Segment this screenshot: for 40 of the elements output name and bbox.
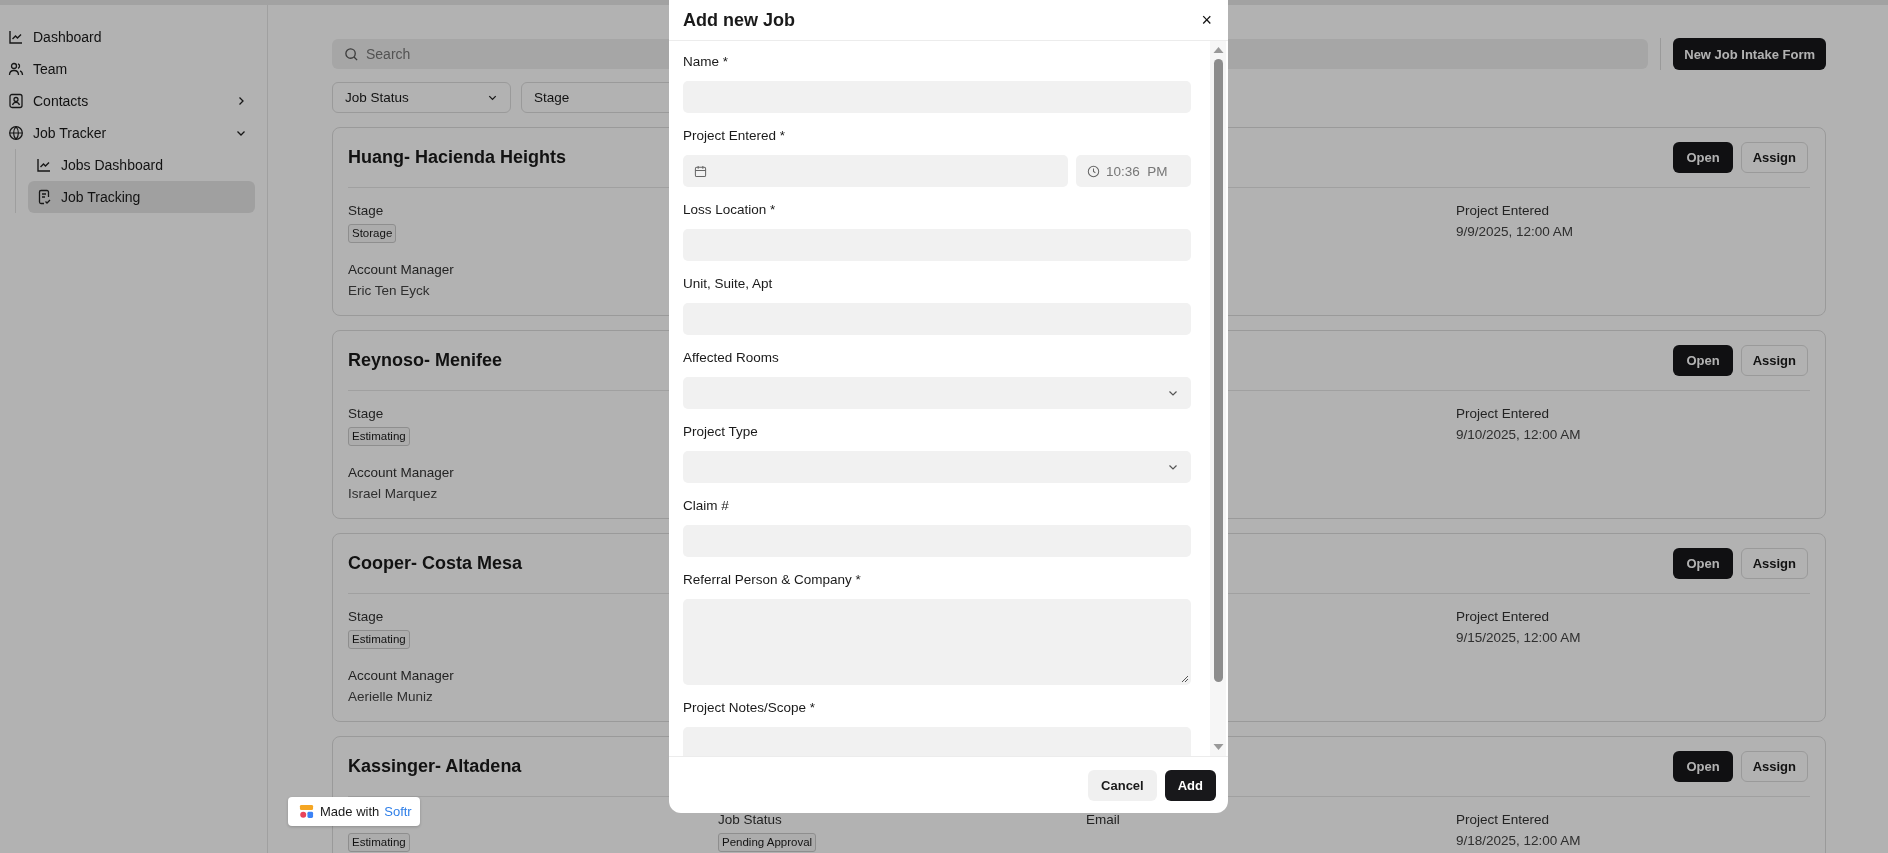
field-label: Account Manager [348, 261, 454, 279]
field-label: Project Entered [1456, 811, 1550, 829]
job-title: Huang- Hacienda Heights [348, 147, 567, 168]
field-label: Email [1086, 811, 1120, 829]
status-tag: Pending Approval [718, 833, 817, 852]
field-label: Unit, Suite, Apt [683, 275, 774, 293]
field-value: Israel Marquez [348, 485, 438, 503]
brand-name: Softr [384, 804, 412, 819]
field-label: Claim # [683, 497, 730, 515]
field-value: 9/18/2025, 12:00 AM [1456, 832, 1581, 850]
job-title: Reynoso- Menifee [348, 350, 503, 371]
field-label: Project Entered * [683, 127, 787, 145]
field-label: Name * [683, 53, 729, 71]
field-label: Project Entered [1456, 608, 1550, 626]
field-label: Project Type [683, 423, 759, 441]
status-tag: Estimating [348, 630, 410, 649]
badge-text: Made with [320, 804, 380, 819]
job-title: Kassinger- Altadena [348, 756, 522, 777]
field-label: Job Status [718, 811, 782, 829]
field-value: 9/15/2025, 12:00 AM [1456, 629, 1581, 647]
field-label: Stage [348, 608, 384, 626]
field-label: Stage [348, 202, 384, 220]
status-tag: Estimating [348, 833, 410, 852]
status-tag: Storage [348, 224, 397, 243]
field-label: Project Notes/Scope * [683, 699, 817, 717]
field-label: Project Entered [1456, 202, 1550, 220]
field-label: Referral Person & Company * [683, 571, 862, 589]
field-value: 9/9/2025, 12:00 AM [1456, 223, 1574, 241]
field-label: Account Manager [348, 464, 454, 482]
status-tag: Estimating [348, 427, 410, 446]
field-label: Affected Rooms [683, 349, 780, 367]
job-title: Cooper- Costa Mesa [348, 553, 523, 574]
field-value: Aerielle Muniz [348, 688, 433, 706]
dialog-title: Add new Job [683, 9, 795, 31]
field-value: 9/10/2025, 12:00 AM [1456, 426, 1581, 444]
field-label: Account Manager [348, 667, 454, 685]
field-label: Project Entered [1456, 405, 1550, 423]
field-label: Stage [348, 405, 384, 423]
field-label: Loss Location * [683, 201, 777, 219]
field-value: Eric Ten Eyck [348, 282, 430, 300]
